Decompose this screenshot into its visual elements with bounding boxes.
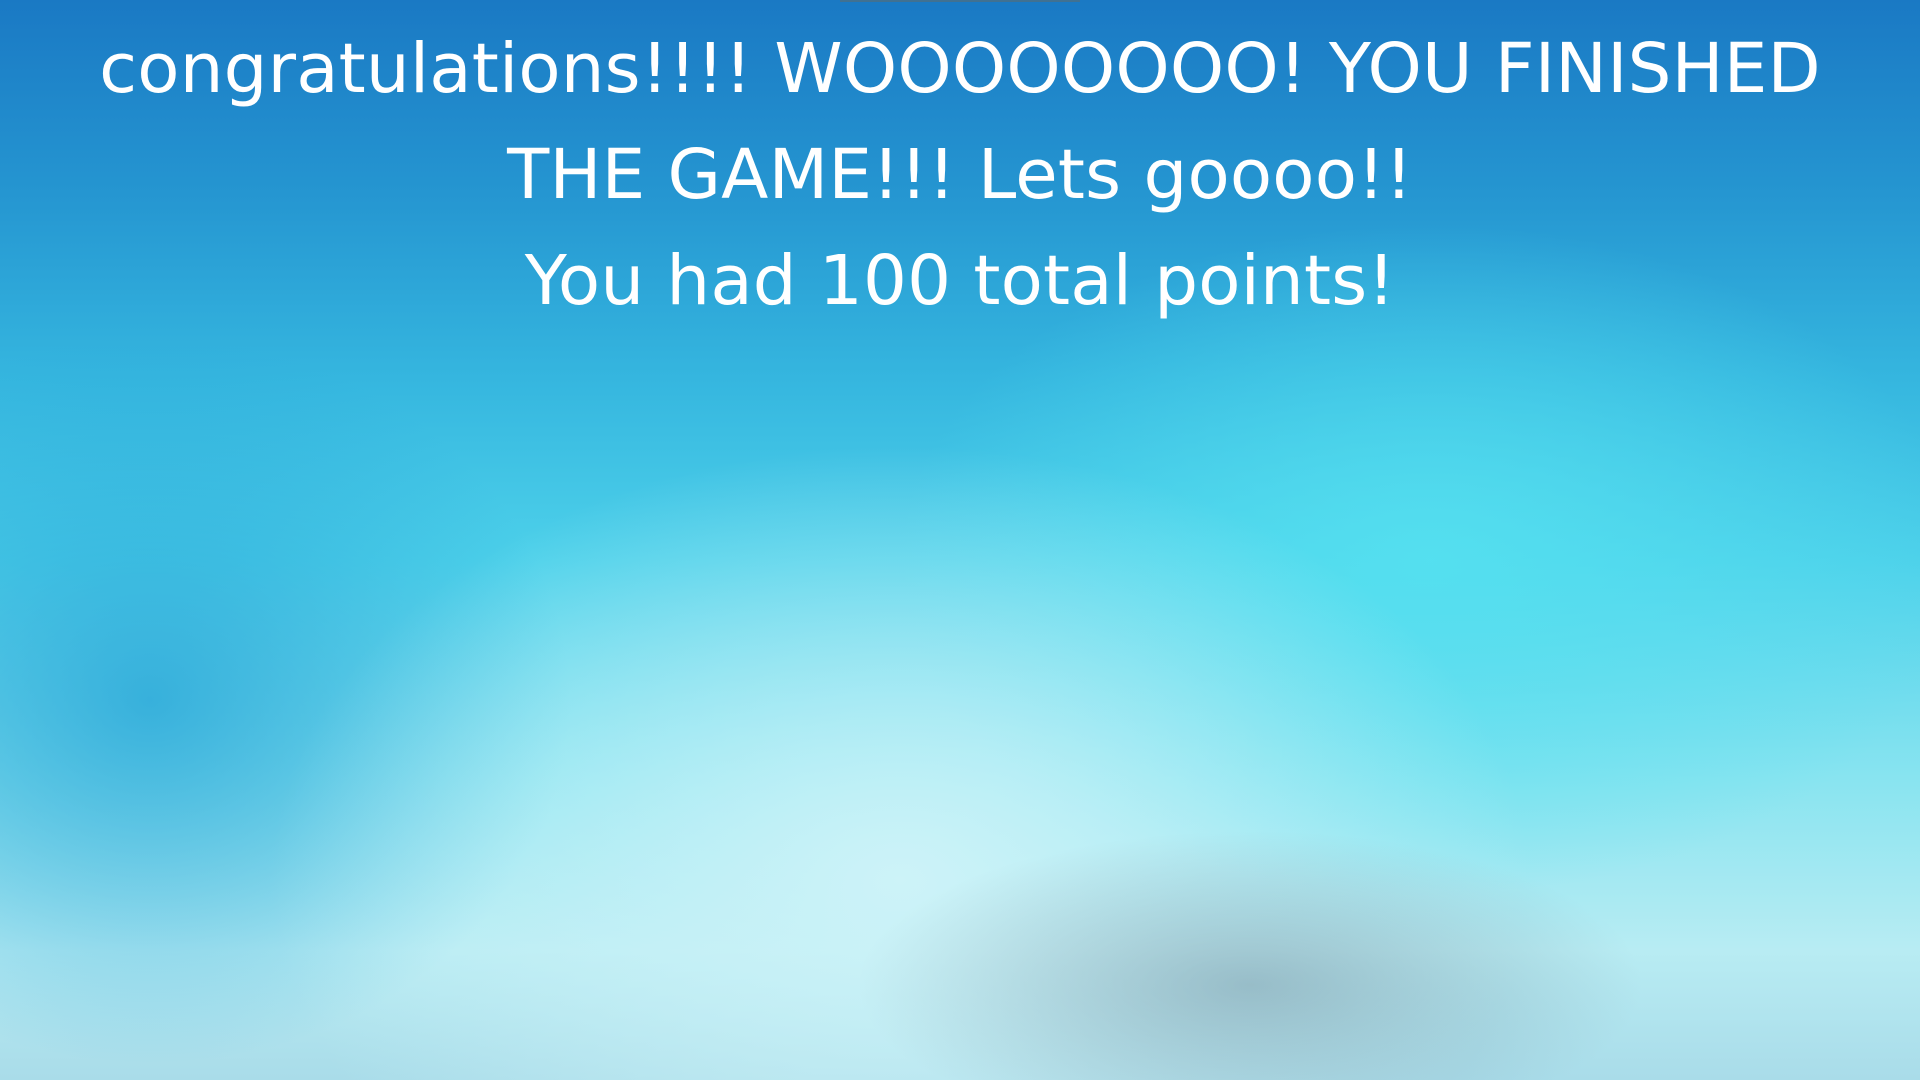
top-edge-tab	[840, 0, 1080, 2]
end-message: congratulations!!!! WOOOOOOOO! YOU FINIS…	[40, 16, 1880, 334]
game-end-screen: { "end_screen": { "congrats_message": "c…	[0, 0, 1920, 1080]
congratulations-text: congratulations!!!! WOOOOOOOO! YOU FINIS…	[99, 29, 1821, 215]
total-points-text: You had 100 total points!	[524, 241, 1396, 321]
